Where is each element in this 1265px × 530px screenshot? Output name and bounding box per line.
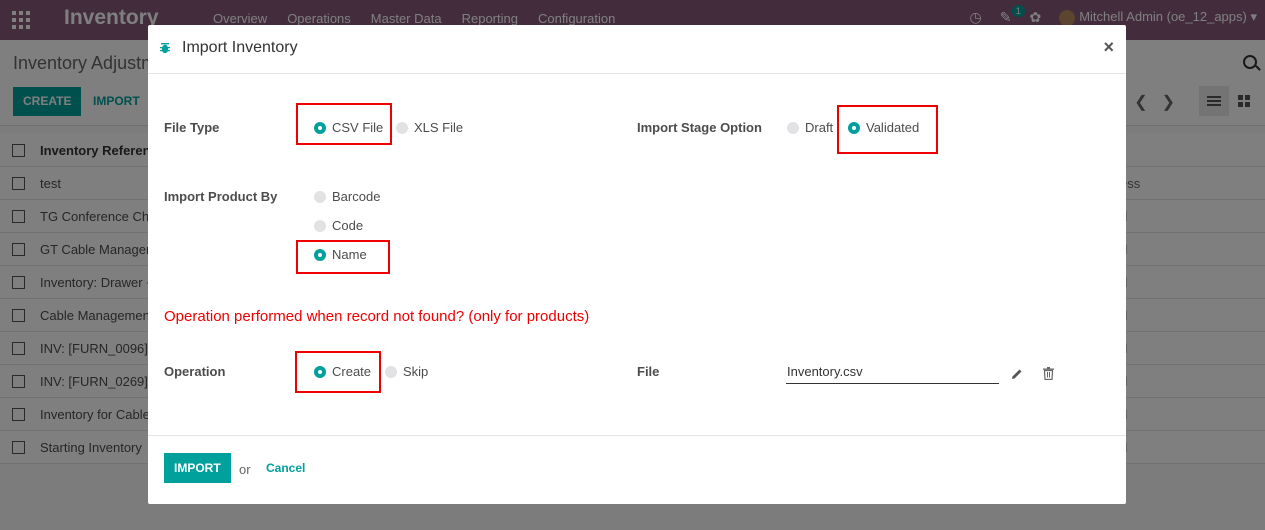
file-label: File — [637, 364, 660, 379]
cancel-button[interactable]: Cancel — [266, 461, 305, 475]
file-input[interactable]: Inventory.csv — [786, 364, 999, 384]
product-by-code-radio[interactable]: Code — [314, 218, 363, 233]
product-by-barcode-radio[interactable]: Barcode — [314, 189, 380, 204]
import-product-by-label: Import Product By — [164, 189, 278, 204]
radio-label: Skip — [403, 364, 429, 379]
radio-label: Barcode — [332, 189, 381, 204]
radio-unselected-icon — [396, 121, 408, 134]
record-not-found-warning: Operation performed when record not foun… — [164, 308, 590, 325]
highlight-box-name — [296, 240, 390, 274]
or-text: or — [239, 462, 251, 477]
operation-label: Operation — [164, 364, 226, 379]
file-type-xls-radio[interactable]: XLS File — [396, 120, 463, 135]
operation-skip-radio[interactable]: Skip — [385, 364, 428, 379]
modal-title: Import Inventory — [182, 39, 298, 56]
radio-unselected-icon — [314, 190, 326, 203]
radio-label: Draft — [805, 120, 834, 135]
highlight-box-create — [295, 351, 381, 393]
import-inventory-dialog: Import Inventory × File Type CSV File XL… — [148, 25, 1126, 504]
stage-draft-radio[interactable]: Draft — [787, 120, 833, 135]
radio-unselected-icon — [787, 121, 799, 134]
radio-label: Code — [332, 218, 364, 233]
import-button[interactable]: IMPORT — [164, 453, 231, 483]
radio-unselected-icon — [385, 365, 397, 378]
modal-footer: IMPORT or Cancel — [148, 435, 1126, 504]
import-stage-label: Import Stage Option — [637, 120, 762, 135]
modal-header: Import Inventory × — [148, 25, 1126, 74]
trash-icon[interactable] — [1043, 367, 1054, 380]
highlight-box-validated — [837, 105, 938, 154]
bug-icon — [160, 43, 170, 54]
close-icon[interactable]: × — [1103, 37, 1114, 58]
radio-label: XLS File — [414, 120, 464, 135]
radio-unselected-icon — [314, 219, 326, 232]
pencil-edit-icon[interactable] — [1011, 368, 1023, 380]
highlight-box-csv — [296, 103, 392, 145]
file-type-label: File Type — [164, 120, 220, 135]
